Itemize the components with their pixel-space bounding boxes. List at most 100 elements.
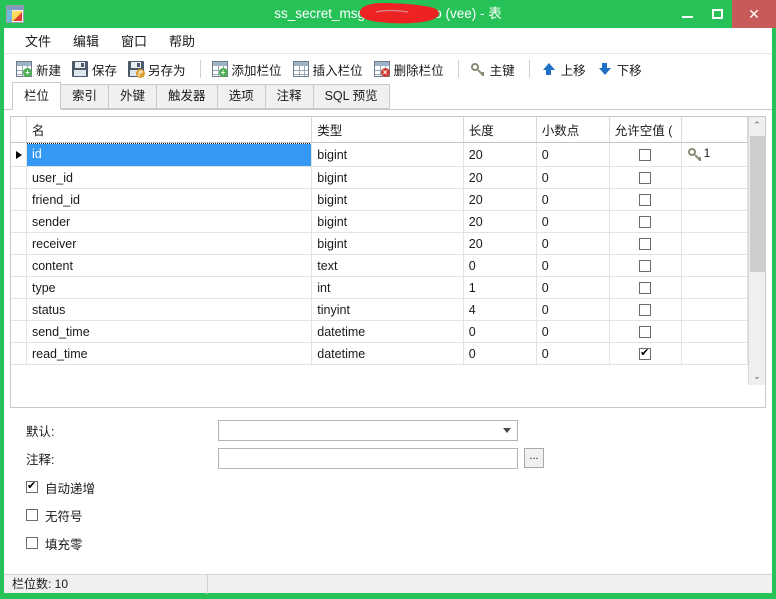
table-row[interactable]: read_time datetime 0 0 bbox=[11, 342, 749, 365]
cell-field-length[interactable]: 1 bbox=[463, 276, 537, 299]
cell-field-decimals[interactable]: 0 bbox=[536, 320, 610, 343]
cell-field-length[interactable]: 4 bbox=[463, 298, 537, 321]
cell-allow-null[interactable] bbox=[609, 210, 682, 233]
header-decimals[interactable]: 小数点 bbox=[536, 117, 610, 143]
maximize-button[interactable] bbox=[702, 0, 732, 28]
zerofill-row[interactable]: 填充零 bbox=[26, 534, 772, 553]
cell-field-decimals[interactable]: 0 bbox=[536, 166, 610, 189]
add-field-button[interactable]: + 添加栏位 bbox=[208, 58, 289, 81]
cell-field-name[interactable]: sender bbox=[26, 210, 313, 233]
table-row[interactable]: user_id bigint 20 0 bbox=[11, 166, 749, 189]
allow-null-checkbox[interactable] bbox=[639, 238, 652, 251]
auto-increment-row[interactable]: 自动递增 bbox=[26, 478, 772, 497]
cell-field-length[interactable]: 0 bbox=[463, 254, 537, 277]
primary-key-button[interactable]: 主键 bbox=[466, 58, 522, 81]
tab-options[interactable]: 选项 bbox=[216, 84, 266, 109]
new-button[interactable]: + 新建 bbox=[12, 58, 68, 81]
default-value-select[interactable] bbox=[218, 419, 518, 441]
save-button[interactable]: 保存 bbox=[68, 58, 124, 81]
menu-edit[interactable]: 编辑 bbox=[62, 28, 110, 53]
menu-window[interactable]: 窗口 bbox=[110, 28, 158, 53]
cell-primary-key[interactable] bbox=[681, 232, 749, 255]
cell-field-decimals[interactable]: 0 bbox=[536, 254, 610, 277]
cell-field-length[interactable]: 20 bbox=[463, 188, 537, 211]
header-type[interactable]: 类型 bbox=[311, 117, 464, 143]
cell-field-length[interactable]: 20 bbox=[463, 166, 537, 189]
unsigned-checkbox[interactable] bbox=[26, 509, 38, 521]
delete-field-button[interactable]: × 删除栏位 bbox=[370, 58, 451, 81]
cell-primary-key[interactable] bbox=[681, 342, 749, 365]
table-row[interactable]: id bigint 20 0 1 bbox=[11, 142, 749, 167]
fields-grid[interactable]: 名 类型 长度 小数点 允许空值 ( id bigint 20 0 1 user… bbox=[11, 117, 749, 385]
cell-field-type[interactable]: tinyint bbox=[311, 298, 464, 321]
cell-field-type[interactable]: bigint bbox=[311, 232, 464, 255]
allow-null-checkbox[interactable] bbox=[639, 172, 652, 185]
cell-field-length[interactable]: 0 bbox=[463, 342, 537, 365]
cell-allow-null[interactable] bbox=[609, 254, 682, 277]
tab-comment[interactable]: 注释 bbox=[264, 84, 314, 109]
tab-foreign-keys[interactable]: 外键 bbox=[108, 84, 158, 109]
cell-field-decimals[interactable]: 0 bbox=[536, 188, 610, 211]
header-length[interactable]: 长度 bbox=[463, 117, 537, 143]
table-row[interactable]: send_time datetime 0 0 bbox=[11, 320, 749, 343]
header-name[interactable]: 名 bbox=[26, 117, 313, 143]
auto-increment-checkbox[interactable] bbox=[26, 479, 38, 493]
cell-field-length[interactable]: 20 bbox=[463, 210, 537, 233]
menu-file[interactable]: 文件 bbox=[14, 28, 62, 53]
comment-input[interactable] bbox=[218, 447, 518, 469]
scroll-down-button[interactable]: ⌄ bbox=[749, 368, 766, 385]
cell-field-name[interactable]: user_id bbox=[26, 166, 313, 189]
cell-field-length[interactable]: 20 bbox=[463, 142, 537, 167]
tab-fields[interactable]: 栏位 bbox=[12, 82, 62, 110]
table-row[interactable]: status tinyint 4 0 bbox=[11, 298, 749, 321]
minimize-button[interactable] bbox=[672, 0, 702, 28]
cell-field-decimals[interactable]: 0 bbox=[536, 232, 610, 255]
cell-primary-key[interactable] bbox=[681, 254, 749, 277]
cell-field-type[interactable]: bigint bbox=[311, 210, 464, 233]
cell-field-type[interactable]: bigint bbox=[311, 142, 464, 167]
cell-field-name[interactable]: id bbox=[26, 142, 313, 167]
menu-help[interactable]: 帮助 bbox=[158, 28, 206, 53]
cell-field-decimals[interactable]: 0 bbox=[536, 210, 610, 233]
move-down-button[interactable]: 下移 bbox=[593, 58, 649, 81]
cell-field-decimals[interactable]: 0 bbox=[536, 142, 610, 167]
cell-allow-null[interactable] bbox=[609, 320, 682, 343]
tab-indexes[interactable]: 索引 bbox=[60, 84, 110, 109]
cell-field-type[interactable]: text bbox=[311, 254, 464, 277]
grid-vertical-scrollbar[interactable]: ⌃ ⌄ bbox=[748, 117, 765, 385]
scroll-track[interactable] bbox=[749, 134, 766, 368]
cell-field-decimals[interactable]: 0 bbox=[536, 298, 610, 321]
cell-field-type[interactable]: int bbox=[311, 276, 464, 299]
tab-sql-preview[interactable]: SQL 预览 bbox=[312, 84, 390, 109]
cell-primary-key[interactable] bbox=[681, 298, 749, 321]
move-up-button[interactable]: 上移 bbox=[537, 58, 593, 81]
cell-field-decimals[interactable]: 0 bbox=[536, 276, 610, 299]
scroll-thumb[interactable] bbox=[749, 136, 765, 272]
cell-primary-key[interactable] bbox=[681, 210, 749, 233]
table-row[interactable]: friend_id bigint 20 0 bbox=[11, 188, 749, 211]
cell-field-type[interactable]: datetime bbox=[311, 342, 464, 365]
allow-null-checkbox[interactable] bbox=[639, 216, 652, 229]
cell-primary-key[interactable] bbox=[681, 320, 749, 343]
cell-allow-null[interactable] bbox=[609, 232, 682, 255]
unsigned-row[interactable]: 无符号 bbox=[26, 506, 772, 525]
allow-null-checkbox[interactable] bbox=[639, 149, 652, 162]
cell-field-decimals[interactable]: 0 bbox=[536, 342, 610, 365]
table-row[interactable]: content text 0 0 bbox=[11, 254, 749, 277]
cell-field-name[interactable]: send_time bbox=[26, 320, 313, 343]
header-allow-null[interactable]: 允许空值 ( bbox=[609, 117, 682, 143]
cell-primary-key[interactable]: 1 bbox=[681, 142, 749, 167]
save-as-button[interactable]: ↱ 另存为 bbox=[124, 58, 193, 81]
zerofill-checkbox[interactable] bbox=[26, 537, 38, 549]
cell-field-name[interactable]: type bbox=[26, 276, 313, 299]
tab-triggers[interactable]: 触发器 bbox=[156, 84, 218, 109]
cell-primary-key[interactable] bbox=[681, 188, 749, 211]
allow-null-checkbox[interactable] bbox=[639, 304, 652, 317]
insert-field-button[interactable]: 插入栏位 bbox=[289, 58, 370, 81]
cell-allow-null[interactable] bbox=[609, 298, 682, 321]
cell-field-type[interactable]: bigint bbox=[311, 188, 464, 211]
table-row[interactable]: receiver bigint 20 0 bbox=[11, 232, 749, 255]
cell-field-name[interactable]: receiver bbox=[26, 232, 313, 255]
allow-null-checkbox[interactable] bbox=[639, 282, 652, 295]
cell-allow-null[interactable] bbox=[609, 188, 682, 211]
